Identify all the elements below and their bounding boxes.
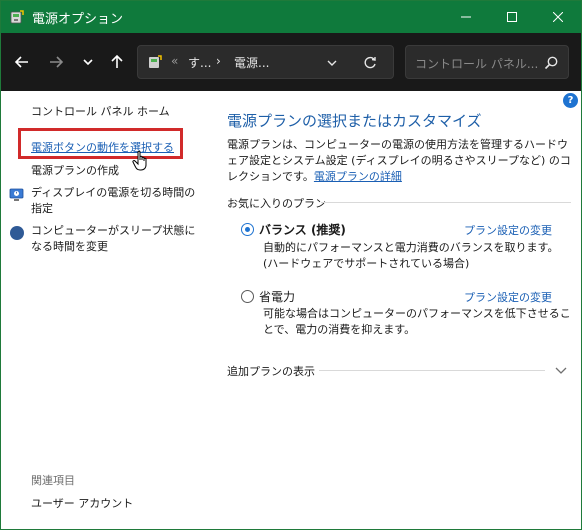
additional-plans-divider xyxy=(319,370,545,371)
forward-button[interactable] xyxy=(44,50,68,74)
page-description: 電源プランは、コンピューターの電源の使用方法を管理するハードウェア設定とシステム… xyxy=(227,137,571,185)
refresh-icon[interactable] xyxy=(362,55,378,71)
choose-display-off-time-link[interactable]: ディスプレイの電源を切る時間の指定 xyxy=(31,185,201,217)
show-additional-plans-label[interactable]: 追加プランの表示 xyxy=(227,363,315,379)
chevron-down-icon xyxy=(83,59,93,66)
back-button[interactable] xyxy=(10,50,34,74)
page-title: 電源プランの選択またはカスタマイズ xyxy=(227,112,482,130)
power-plan-details-link[interactable]: 電源プランの詳細 xyxy=(314,170,402,183)
balanced-plan-description: 自動的にパフォーマンスと電力消費のバランスを取ります。(ハードウェアでサポートさ… xyxy=(263,241,559,270)
display-power-icon xyxy=(9,188,24,201)
window-title: 電源オプション xyxy=(32,12,124,27)
breadcrumb-power-options[interactable]: 電源... xyxy=(234,54,269,71)
change-sleep-time-link[interactable]: コンピューターがスリープ状態になる時間を変更 xyxy=(31,223,201,255)
arrow-right-icon xyxy=(50,56,64,68)
balanced-change-settings-link[interactable]: プラン設定の変更 xyxy=(464,222,552,238)
user-accounts-link[interactable]: ユーザー アカウント xyxy=(31,495,133,511)
power-options-app-icon xyxy=(10,10,24,24)
minimize-button[interactable] xyxy=(443,1,489,33)
power-saver-plan-label[interactable]: 省電力 xyxy=(259,288,295,305)
power-saver-plan-description: 可能な場合はコンピューターのパフォーマンスを低下させることで、電力の消費を抑えま… xyxy=(263,307,571,336)
hand-cursor-icon xyxy=(132,150,147,171)
red-highlight-box xyxy=(18,128,183,159)
power-saver-plan-radio[interactable] xyxy=(241,290,254,303)
search-placeholder: コントロール パネル... xyxy=(415,57,539,71)
arrow-up-icon xyxy=(111,54,123,68)
title-bar: 電源オプション xyxy=(1,1,581,33)
maximize-icon xyxy=(507,12,517,22)
control-panel-home-link[interactable]: コントロール パネル ホーム xyxy=(31,103,170,119)
help-icon[interactable]: ? xyxy=(563,93,578,108)
sleep-moon-icon xyxy=(10,226,24,240)
breadcrumb-separator[interactable]: › xyxy=(216,54,221,68)
balanced-plan-radio[interactable] xyxy=(241,223,254,236)
breadcrumb-overflow[interactable]: « xyxy=(171,54,178,68)
create-power-plan-link[interactable]: 電源プランの作成 xyxy=(31,162,119,178)
left-task-pane: コントロール パネル ホーム 電源ボタンの動作を選択する 電源プランの作成 ディ… xyxy=(1,91,201,529)
recent-locations-button[interactable] xyxy=(76,50,100,74)
maximize-button[interactable] xyxy=(489,1,535,33)
navigation-bar: « す... › 電源... コントロール パネル... xyxy=(1,33,581,91)
favorite-plans-heading: お気に入りのプラン xyxy=(227,197,326,210)
close-icon xyxy=(553,12,563,22)
close-button[interactable] xyxy=(535,1,581,33)
chevron-down-icon[interactable] xyxy=(554,363,568,377)
minimize-icon xyxy=(461,16,471,18)
favorite-plans-divider xyxy=(321,202,571,203)
power-saver-change-settings-link[interactable]: プラン設定の変更 xyxy=(464,289,552,305)
search-box[interactable]: コントロール パネル... xyxy=(405,45,569,79)
breadcrumb-system-security[interactable]: す... xyxy=(188,54,211,71)
address-bar[interactable]: « す... › 電源... xyxy=(137,45,394,79)
search-icon[interactable] xyxy=(543,55,559,71)
control-panel-icon xyxy=(149,55,162,68)
related-items-heading: 関連項目 xyxy=(31,474,75,487)
arrow-left-icon xyxy=(14,56,28,68)
up-button[interactable] xyxy=(105,50,129,74)
power-options-window: 電源オプション « す... › 電源... コントロール パネル... コント… xyxy=(0,0,582,530)
address-dropdown-icon[interactable] xyxy=(325,56,339,70)
balanced-plan-label[interactable]: バランス (推奨) xyxy=(259,221,346,238)
